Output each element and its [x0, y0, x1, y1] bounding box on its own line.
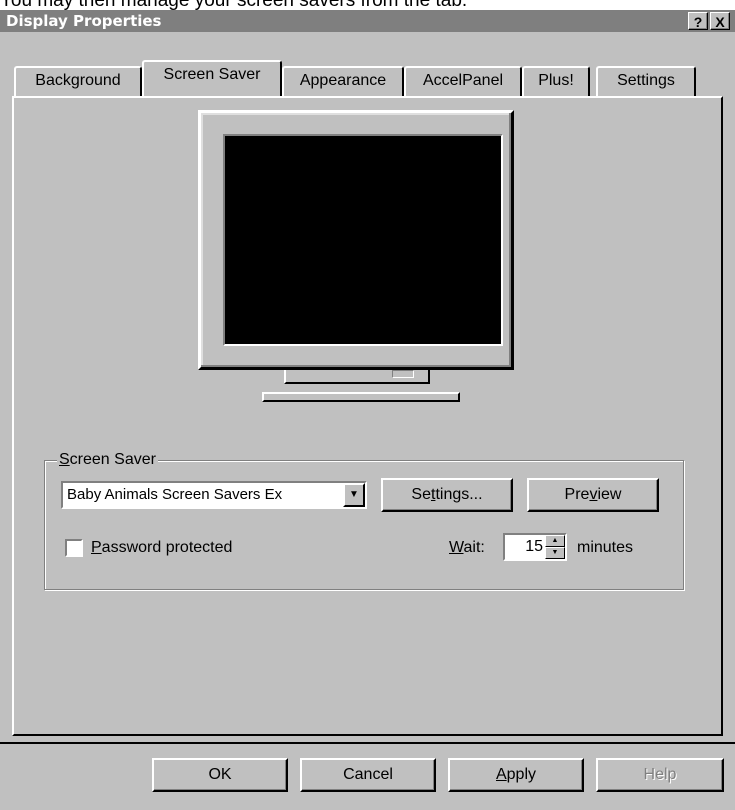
wait-minutes-value[interactable]: 15: [525, 535, 543, 559]
monitor-power-indicator: [392, 370, 414, 378]
cancel-button[interactable]: Cancel: [300, 758, 436, 792]
apply-button[interactable]: Apply: [448, 758, 584, 792]
help-button[interactable]: Help: [596, 758, 724, 792]
close-title-button[interactable]: X: [710, 12, 730, 30]
password-protected-checkbox[interactable]: [65, 539, 83, 557]
spin-down-icon[interactable]: ▼: [545, 547, 565, 559]
minutes-label: minutes: [577, 539, 634, 556]
tab-plus[interactable]: Plus!: [522, 66, 590, 96]
screen-saver-tab-panel: Screen Saver Baby Animals Screen Savers …: [12, 96, 723, 736]
display-properties-dialog: Display Properties ? X Background Screen…: [0, 10, 735, 810]
help-title-button[interactable]: ?: [688, 12, 708, 30]
screen-saver-group-label: Screen Saver: [57, 449, 158, 471]
spin-up-icon[interactable]: ▲: [545, 535, 565, 547]
tab-settings[interactable]: Settings: [596, 66, 696, 96]
screen-saver-group: Screen Saver Baby Animals Screen Savers …: [44, 449, 684, 590]
spinner-buttons: ▲ ▼: [545, 535, 565, 559]
screen-saver-select[interactable]: Baby Animals Screen Savers Ex ▼: [61, 481, 367, 509]
tab-appearance[interactable]: Appearance: [282, 66, 404, 96]
title-bar: Display Properties ? X: [0, 10, 735, 32]
settings-button[interactable]: Settings...: [381, 478, 513, 512]
tab-accelpanel[interactable]: AccelPanel: [404, 66, 522, 96]
wait-label: Wait:: [449, 539, 485, 556]
monitor-preview-screen: [223, 134, 503, 346]
screen-saver-selected-value: Baby Animals Screen Savers Ex: [67, 486, 283, 503]
tab-screen-saver[interactable]: Screen Saver: [142, 60, 282, 96]
tab-background[interactable]: Background: [14, 66, 142, 96]
monitor-preview-bezel: [198, 110, 514, 370]
monitor-stand-base: [262, 392, 460, 402]
wait-minutes-spinner[interactable]: 15 ▲ ▼: [503, 533, 567, 561]
ok-button[interactable]: OK: [152, 758, 288, 792]
preview-button[interactable]: Preview: [527, 478, 659, 512]
window-title: Display Properties: [6, 12, 162, 30]
password-protected-label[interactable]: Password protected: [91, 538, 232, 558]
dialog-divider: [0, 742, 735, 744]
chevron-down-icon[interactable]: ▼: [343, 483, 365, 507]
monitor-stand-neck: [284, 370, 430, 384]
